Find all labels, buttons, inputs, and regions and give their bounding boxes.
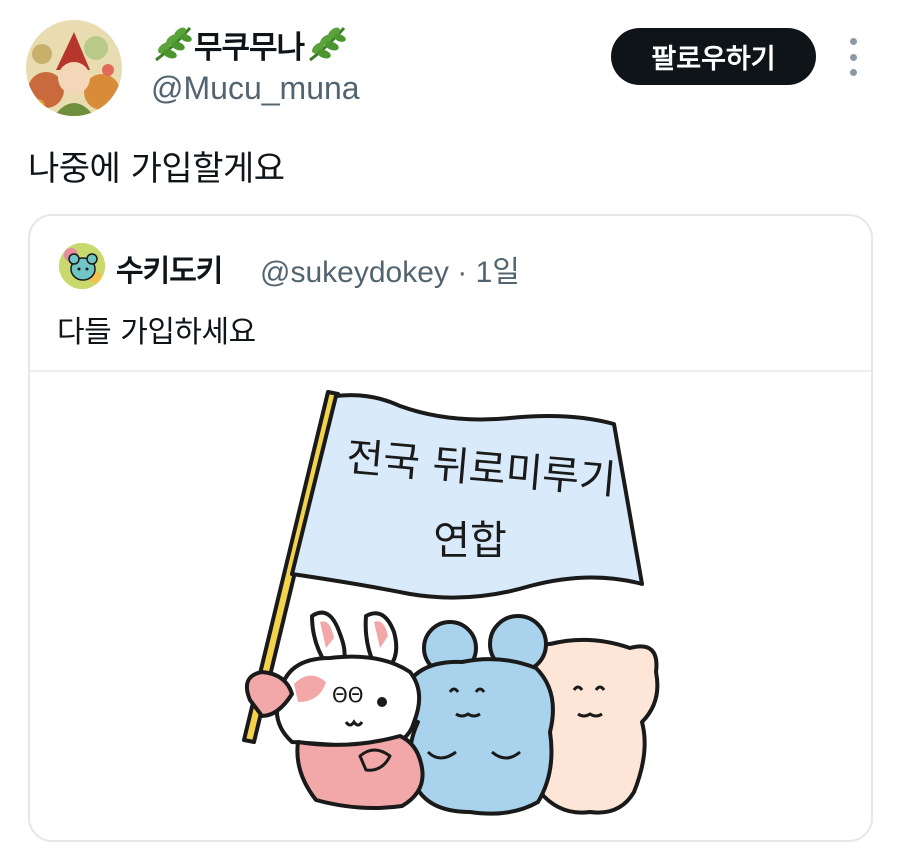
author-avatar[interactable] xyxy=(26,20,122,116)
quoted-author-display-name: 수키도키 xyxy=(116,254,223,289)
menu-dot xyxy=(849,69,857,76)
quoted-timestamp[interactable]: 1일 xyxy=(476,256,520,289)
quoted-tweet-text: 다들 가입하세요 xyxy=(57,315,256,350)
author-name-row[interactable]: 무쿠무나 xyxy=(150,22,348,66)
flag-banner: 전국 뒤로미루기 연합 xyxy=(290,393,644,600)
more-vertical-icon[interactable] xyxy=(842,38,864,76)
leaf-icon xyxy=(155,26,192,62)
bunny-eyes: ΘΘ xyxy=(332,683,363,707)
menu-dot xyxy=(849,53,857,61)
author-handle[interactable]: @Mucu_muna xyxy=(151,70,360,107)
avatar-image xyxy=(26,20,122,116)
quoted-tweet-image[interactable]: 전국 뒤로미루기 연합 ΘΘ xyxy=(30,372,873,842)
quoted-author-avatar[interactable] xyxy=(59,243,105,289)
quoted-author-meta: @sukeydokey · 1일 xyxy=(260,247,520,291)
quoted-avatar-image xyxy=(59,243,105,289)
quoted-tweet-card[interactable]: 수키도키 @sukeydokey · 1일 다들 가입하세요 전국 뒤로미루기 … xyxy=(28,214,873,842)
flag-text-line2: 연합 xyxy=(433,518,507,564)
author-display-name: 무쿠무나 xyxy=(194,29,305,66)
quoted-author-handle[interactable]: @sukeydokey xyxy=(260,256,449,289)
leaf-icon xyxy=(309,26,346,62)
meta-separator: · xyxy=(457,256,468,289)
tweet-text: 나중에 가입할게요 xyxy=(28,149,285,189)
menu-dot xyxy=(849,38,857,45)
follow-button[interactable]: 팔로우하기 xyxy=(611,28,816,85)
